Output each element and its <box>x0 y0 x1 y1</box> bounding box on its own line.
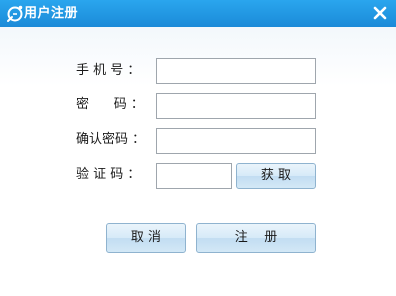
register-button[interactable]: 注 册 <box>196 223 316 253</box>
app-logo-icon <box>7 5 23 22</box>
title-bar[interactable]: 用户注册 <box>0 0 396 27</box>
close-icon[interactable] <box>371 4 389 22</box>
verification-code-input[interactable] <box>156 163 232 189</box>
confirm-password-label: 确认密码 ： <box>76 132 146 147</box>
verification-code-label: 验 证 码 ： <box>76 167 141 182</box>
confirm-password-input[interactable] <box>156 128 316 154</box>
phone-input[interactable] <box>156 58 316 84</box>
get-code-button[interactable]: 获 取 <box>236 163 316 189</box>
password-input[interactable] <box>156 93 316 119</box>
phone-label: 手 机 号 ： <box>76 63 141 78</box>
window-title: 用户注册 <box>24 6 79 21</box>
password-label: 密 码 ： <box>76 97 144 112</box>
cancel-button[interactable]: 取 消 <box>106 223 186 253</box>
